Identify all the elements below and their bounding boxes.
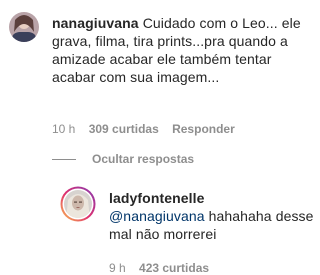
replies-divider [52,158,76,160]
user-photo-icon [9,12,39,42]
comment-meta: 10 h 309 curtidas Responder [52,122,245,136]
avatar[interactable] [9,12,39,42]
comment-time[interactable]: 10 h [52,122,75,136]
hide-replies-label: Ocultar respostas [92,152,195,166]
hide-replies-button[interactable]: Ocultar respostas [52,152,194,166]
comment-likes[interactable]: 309 curtidas [89,122,159,136]
reply-meta: 9 h 423 curtidas [109,261,219,275]
reply-avatar[interactable] [60,186,96,222]
reply-username[interactable]: ladyfontenelle [109,190,205,206]
reply-time[interactable]: 9 h [109,261,126,275]
story-ring-avatar-icon [60,186,96,222]
comment-username[interactable]: nanagiuvana [52,15,139,31]
comment-text: nanagiuvana Cuidado com o Leo... ele gra… [52,14,314,86]
reply-mention-link[interactable]: @nanagiuvana [109,208,205,224]
reply-button[interactable]: Responder [172,122,235,136]
reply-text: ladyfontenelle @nanagiuvana hahahaha des… [109,189,314,243]
reply-likes[interactable]: 423 curtidas [139,261,209,275]
